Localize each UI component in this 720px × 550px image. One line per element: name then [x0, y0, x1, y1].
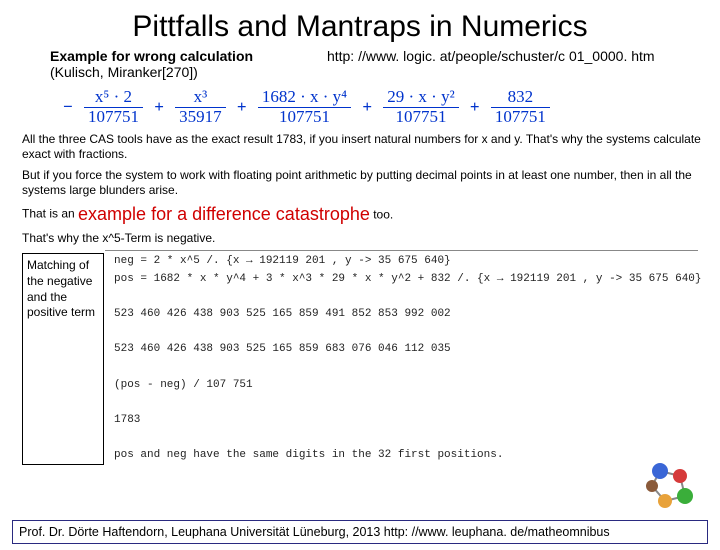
- calculation-block: Matching of the negative and the positiv…: [22, 253, 720, 464]
- slide-title: Pittfalls and Mantraps in Numerics: [0, 10, 720, 44]
- example-label: Example for wrong calculation: [50, 48, 253, 64]
- catastrophe-highlight: example for a difference catastrophe: [78, 204, 370, 224]
- term-2: x³35917: [175, 88, 226, 126]
- term-5: 832107751: [491, 88, 550, 126]
- citation: (Kulisch, Miranker[270]): [50, 64, 198, 80]
- catline-pre: That is an: [22, 207, 78, 221]
- catastrophe-line: That is an example for a difference cata…: [22, 204, 708, 225]
- op-plus: +: [234, 97, 250, 116]
- divider: [105, 250, 698, 251]
- paragraph-3: That's why the x^5-Term is negative.: [22, 231, 708, 246]
- paragraph-2: But if you force the system to work with…: [22, 168, 708, 198]
- match-caption-box: Matching of the negative and the positiv…: [22, 253, 104, 464]
- op-plus: +: [359, 97, 375, 116]
- subheading-block: Example for wrong calculation http: //ww…: [50, 48, 720, 80]
- term-4: 29 · x · y²107751: [383, 88, 458, 126]
- op-minus: −: [60, 97, 76, 116]
- paragraph-1: All the three CAS tools have as the exac…: [22, 132, 708, 162]
- op-plus: +: [151, 97, 167, 116]
- term-1: x⁵ · 2107751: [84, 88, 143, 126]
- term-3: 1682 · x · y⁴107751: [258, 88, 351, 126]
- catline-post: too.: [373, 208, 393, 222]
- source-url: http: //www. logic. at/people/schuster/c…: [327, 48, 655, 64]
- calculation-listing: neg = 2 * x^5 /. {x → 192119 201 , y -> …: [114, 253, 702, 464]
- molecule-logo-icon: [640, 456, 700, 516]
- op-plus: +: [467, 97, 483, 116]
- footer-credit: Prof. Dr. Dörte Haftendorn, Leuphana Uni…: [12, 520, 708, 544]
- math-formula: − x⁵ · 2107751 + x³35917 + 1682 · x · y⁴…: [60, 88, 720, 126]
